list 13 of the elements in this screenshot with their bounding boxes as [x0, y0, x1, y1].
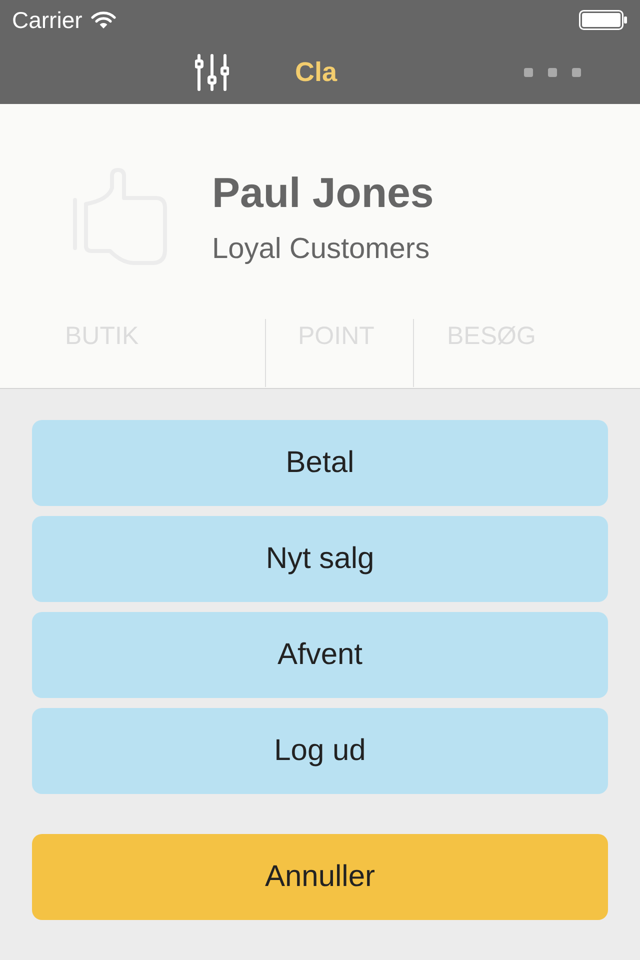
wifi-icon	[91, 11, 116, 29]
action-button[interactable]: Afvent	[32, 612, 608, 698]
action-button[interactable]: Nyt salg	[32, 516, 608, 602]
battery-icon	[579, 10, 627, 30]
action-button[interactable]: Log ud	[32, 708, 608, 794]
sliders-icon[interactable]	[195, 54, 229, 90]
customer-name: Paul Jones	[212, 168, 434, 218]
more-icon[interactable]	[524, 68, 581, 76]
cancel-button[interactable]: Annuller	[32, 834, 608, 920]
customer-group: Loyal Customers	[212, 231, 434, 267]
action-button[interactable]: Betal	[32, 420, 608, 506]
carrier-label: Carrier	[12, 6, 82, 34]
nav-title: Cla	[295, 56, 338, 88]
